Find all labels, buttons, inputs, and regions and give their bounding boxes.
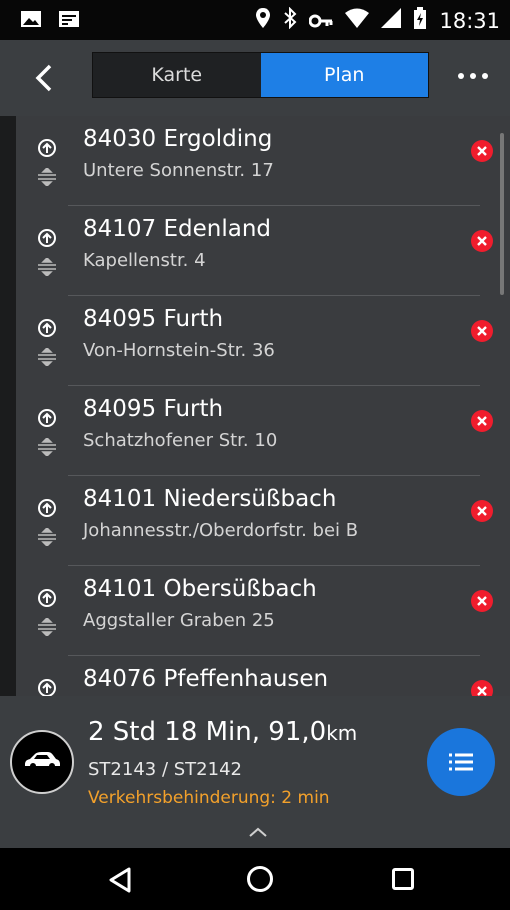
move-up-icon[interactable]: [38, 679, 56, 696]
more-options-icon[interactable]: [458, 73, 488, 79]
vpn-key-icon: [308, 9, 333, 33]
stop-city: 84095 Furth: [83, 396, 224, 422]
move-up-icon[interactable]: [38, 139, 56, 157]
delete-stop-icon[interactable]: [471, 590, 493, 612]
stop-street: Von-Hornstein-Str. 36: [83, 340, 275, 361]
status-time: 18:31: [439, 8, 500, 33]
stop-city: 84076 Pfeffenhausen: [83, 666, 329, 692]
drag-handle-icon[interactable]: [38, 166, 56, 188]
drag-handle-icon[interactable]: [38, 346, 56, 368]
drag-handle-icon[interactable]: [38, 526, 56, 548]
move-up-icon[interactable]: [38, 319, 56, 337]
tab-karte[interactable]: Karte: [93, 53, 261, 97]
stop-city: 84107 Edenland: [83, 216, 271, 242]
scrollbar[interactable]: [500, 133, 504, 295]
list-item[interactable]: 84030 Ergolding Untere Sonnenstr. 17: [16, 116, 510, 206]
location-icon: [255, 7, 271, 34]
vehicle-button[interactable]: [10, 730, 74, 794]
system-nav-bar: [0, 848, 510, 910]
cast-icon: [58, 10, 80, 28]
status-bar: 18:31: [0, 0, 510, 40]
route-duration-distance: 2 Std 18 Min, 91,0km: [88, 717, 357, 747]
back-arrow-icon[interactable]: [30, 62, 60, 94]
wifi-icon: [345, 8, 370, 33]
view-toggle: Karte Plan: [92, 52, 429, 98]
nav-home-icon[interactable]: [247, 866, 273, 892]
bluetooth-icon: [283, 6, 297, 34]
move-up-icon[interactable]: [38, 589, 56, 607]
nav-recents-icon[interactable]: [392, 868, 414, 890]
distance-unit: km: [326, 721, 358, 745]
stop-list[interactable]: 84030 Ergolding Untere Sonnenstr. 17 841…: [16, 116, 510, 696]
move-up-icon[interactable]: [38, 229, 56, 247]
list-item[interactable]: 84101 Niedersüßbach Johannesstr./Oberdor…: [16, 476, 510, 566]
move-up-icon[interactable]: [38, 409, 56, 427]
list-item[interactable]: 84095 Furth Von-Hornstein-Str. 36: [16, 296, 510, 386]
delete-stop-icon[interactable]: [471, 230, 493, 252]
delete-stop-icon[interactable]: [471, 500, 493, 522]
stop-street: Johannesstr./Oberdorfstr. bei B: [83, 520, 359, 541]
tab-plan[interactable]: Plan: [260, 53, 428, 97]
image-icon: [20, 10, 42, 28]
drag-handle-icon[interactable]: [38, 616, 56, 638]
drag-handle-icon[interactable]: [38, 256, 56, 278]
stop-city: 84101 Obersüßbach: [83, 576, 317, 602]
delete-stop-icon[interactable]: [471, 410, 493, 432]
stop-street: Kapellenstr. 4: [83, 250, 206, 271]
list-item[interactable]: 84107 Edenland Kapellenstr. 4: [16, 206, 510, 296]
list-item[interactable]: 84095 Furth Schatzhofener Str. 10: [16, 386, 510, 476]
route-roads: ST2143 / ST2142: [88, 759, 242, 780]
chevron-up-icon[interactable]: [248, 823, 268, 842]
route-list-button[interactable]: [427, 728, 495, 796]
drag-handle-icon[interactable]: [38, 436, 56, 458]
battery-icon: [413, 7, 427, 34]
stop-street: Aggstaller Graben 25: [83, 610, 275, 631]
stop-city: 84101 Niedersüßbach: [83, 486, 337, 512]
list-item[interactable]: 84101 Obersüßbach Aggstaller Graben 25: [16, 566, 510, 656]
signal-icon: [381, 8, 402, 33]
stop-street: Untere Sonnenstr. 17: [83, 160, 274, 181]
stop-city: 84095 Furth: [83, 306, 224, 332]
stop-street: Schatzhofener Str. 10: [83, 430, 278, 451]
traffic-delay: Verkehrsbehinderung: 2 min: [88, 788, 330, 808]
list-item[interactable]: 84076 Pfeffenhausen: [16, 656, 510, 696]
delete-stop-icon[interactable]: [471, 680, 493, 696]
left-edge: [0, 116, 16, 696]
top-bar: Karte Plan: [0, 40, 510, 116]
move-up-icon[interactable]: [38, 499, 56, 517]
delete-stop-icon[interactable]: [471, 320, 493, 342]
stop-city: 84030 Ergolding: [83, 126, 273, 152]
nav-back-icon[interactable]: [108, 867, 132, 897]
delete-stop-icon[interactable]: [471, 140, 493, 162]
route-duration: 2 Std 18 Min, 91,0: [88, 717, 327, 747]
